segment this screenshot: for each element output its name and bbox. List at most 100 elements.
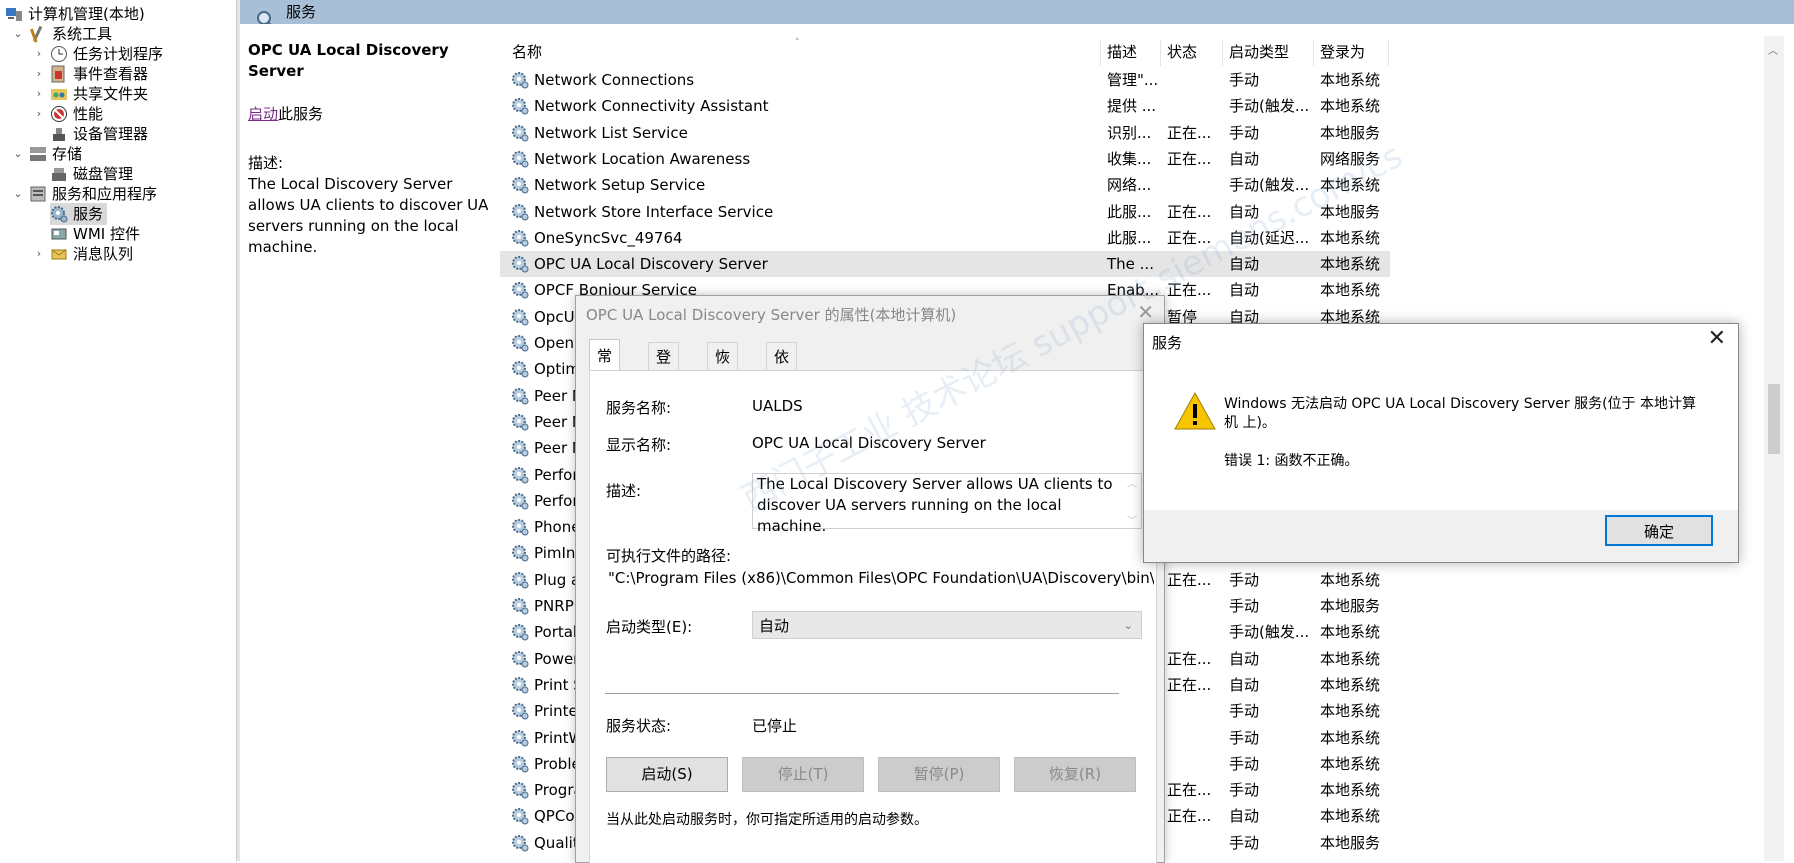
- service-name-cell: Plug a: [534, 570, 581, 589]
- service-status-cell: 正在...: [1167, 123, 1212, 142]
- column-divider[interactable]: [1222, 40, 1223, 66]
- display-name-value: OPC UA Local Discovery Server: [752, 434, 986, 452]
- tree-item-message-queue[interactable]: › 消息队列: [37, 243, 133, 265]
- tab-recovery[interactable]: 恢复: [707, 342, 739, 394]
- chevron-right-icon[interactable]: ›: [33, 43, 45, 65]
- column-divider[interactable]: [1388, 40, 1389, 66]
- pause-button[interactable]: 暂停(P): [878, 757, 1000, 792]
- service-startup-cell: 手动: [1229, 597, 1260, 615]
- service-logon-cell: 本地系统: [1320, 754, 1381, 773]
- column-header-name[interactable]: 名称: [512, 41, 542, 63]
- service-gear-icon: [511, 492, 529, 510]
- properties-dialog: OPC UA Local Discovery Server 的属性(本地计算机)…: [575, 295, 1165, 863]
- service-name-cell: Perfor: [534, 491, 579, 510]
- tree-item-disk-management[interactable]: 磁盘管理: [50, 163, 133, 185]
- error-code-text: 错误 1: 函数不正确。: [1224, 453, 1359, 469]
- service-startup-cell: 自动: [1229, 255, 1260, 274]
- column-header-status[interactable]: 状态: [1167, 41, 1197, 63]
- service-row[interactable]: Network List Service 识别... 正在... 手动 本地服务: [500, 120, 1390, 146]
- chevron-down-icon[interactable]: ⌄: [12, 143, 24, 165]
- service-row[interactable]: OPC UA Local Discovery Server The ... 自动 本地…: [500, 251, 1390, 278]
- message-queue-icon: [51, 249, 67, 260]
- service-logon-cell: 本地系统: [1320, 623, 1381, 642]
- tree-item-task-scheduler[interactable]: › 任务计划程序: [37, 43, 163, 65]
- column-header-startup[interactable]: 启动类型: [1229, 41, 1289, 63]
- tree-item-wmi[interactable]: WMI 控件: [50, 223, 140, 245]
- service-name-cell: Network Connectivity Assistant: [534, 97, 769, 116]
- chevron-down-icon[interactable]: ⌄: [12, 23, 24, 45]
- resume-button[interactable]: 恢复(R): [1014, 757, 1136, 792]
- service-name-cell: OneSyncSvc_49764: [534, 228, 683, 247]
- service-gear-icon: [511, 176, 529, 194]
- scroll-up-icon[interactable]: ︿: [1768, 42, 1778, 57]
- chevron-right-icon[interactable]: ›: [33, 103, 45, 125]
- service-row[interactable]: Network Connectivity Assistant 提供 ... 手动(触…: [500, 93, 1390, 119]
- tree-item-label: 共享文件夹: [73, 85, 149, 103]
- detail-title: OPC UA Local Discovery Server: [248, 41, 449, 80]
- column-header-logon[interactable]: 登录为: [1320, 41, 1365, 63]
- startup-type-label: 启动类型(E):: [606, 618, 693, 636]
- message-box-title: 服务: [1152, 334, 1183, 352]
- description-scrollbar[interactable]: ︿ ﹀: [1123, 474, 1141, 528]
- warning-icon: [1174, 392, 1216, 430]
- service-row[interactable]: Network Location Awareness 收集... 正在... 自动 网络…: [500, 146, 1390, 172]
- chevron-right-icon[interactable]: ›: [33, 243, 45, 265]
- service-name-cell: Network Connections: [534, 71, 695, 89]
- display-name-label: 显示名称:: [606, 436, 672, 454]
- tree-item-system-tools[interactable]: ⌄ 系统工具: [13, 23, 112, 45]
- column-divider[interactable]: [1100, 40, 1101, 66]
- service-row[interactable]: Network Store Interface Service 此服... 正在..…: [500, 199, 1390, 225]
- vertical-scrollbar[interactable]: ︿: [1764, 36, 1784, 861]
- column-divider[interactable]: [1160, 40, 1161, 66]
- chevron-down-icon[interactable]: ⌄: [12, 183, 24, 205]
- tab-dependencies[interactable]: 依存关系: [766, 342, 798, 450]
- clock-icon: [51, 46, 67, 62]
- tab-general[interactable]: 常规: [589, 339, 621, 397]
- tab-logon[interactable]: 登录: [648, 342, 680, 394]
- tree-root[interactable]: 计算机管理(本地): [5, 3, 145, 25]
- service-desc-cell: 管理"...: [1107, 71, 1159, 89]
- tree-item-label: 性能: [73, 105, 104, 123]
- startup-type-select[interactable]: 自动 ⌄: [752, 611, 1142, 639]
- service-gear-icon: [511, 124, 529, 142]
- service-desc-cell: 此服...: [1107, 228, 1152, 247]
- service-logon-cell: 本地服务: [1320, 597, 1381, 615]
- tree-item-device-manager[interactable]: 设备管理器: [50, 123, 148, 145]
- service-status-cell: 正在...: [1167, 649, 1212, 668]
- column-header-desc[interactable]: 描述: [1107, 41, 1137, 63]
- service-name-cell: Printe: [534, 702, 578, 721]
- service-name-cell: Network List Service: [534, 123, 688, 142]
- scrollbar-thumb[interactable]: [1768, 384, 1780, 454]
- description-textbox[interactable]: The Local Discovery Server allows UA cli…: [752, 473, 1142, 535]
- tree-item-performance[interactable]: › 性能: [37, 103, 104, 125]
- column-divider[interactable]: [1313, 40, 1314, 66]
- tree-item-services-and-apps[interactable]: ⌄ 服务和应用程序: [13, 183, 157, 205]
- service-desc-cell: 提供 ...: [1107, 97, 1157, 116]
- service-logon-cell: 本地系统: [1320, 702, 1381, 721]
- service-name-cell: PNRP: [534, 597, 574, 615]
- start-button[interactable]: 启动(S): [606, 757, 728, 792]
- close-icon[interactable]: ✕: [1137, 300, 1154, 324]
- ok-button[interactable]: 确定: [1605, 515, 1713, 546]
- start-service-link[interactable]: 启动: [248, 105, 278, 123]
- service-gear-icon: [511, 781, 529, 799]
- gear-icon: [51, 206, 68, 223]
- service-row[interactable]: OneSyncSvc_49764 此服... 正在... 自动(延迟... 本地系统: [500, 225, 1390, 251]
- tree-item-services[interactable]: 服务: [50, 203, 108, 225]
- chevron-right-icon[interactable]: ›: [33, 63, 45, 85]
- service-gear-icon: [511, 387, 529, 405]
- close-icon[interactable]: ✕: [1708, 326, 1726, 351]
- service-row[interactable]: Network Connections 管理"... 手动 本地系统: [500, 67, 1390, 93]
- chevron-right-icon[interactable]: ›: [33, 83, 45, 105]
- service-gear-icon: [511, 518, 529, 536]
- stop-button[interactable]: 停止(T): [742, 757, 864, 792]
- service-desc-cell: 网络...: [1107, 176, 1152, 195]
- service-status-cell: 正在...: [1167, 570, 1212, 589]
- service-gear-icon: [511, 97, 529, 115]
- executable-path-value[interactable]: "C:\Program Files (x86)\Common Files\OPC…: [608, 569, 1154, 587]
- detail-start-line: 启动此服务: [248, 104, 498, 125]
- tree-item-event-viewer[interactable]: › 事件查看器: [37, 63, 148, 85]
- service-row[interactable]: Network Setup Service 网络... 手动(触发... 本地系统: [500, 172, 1390, 198]
- tree-item-shared-folders[interactable]: › 共享文件夹: [37, 83, 149, 105]
- tree-item-storage[interactable]: ⌄ 存储: [13, 143, 82, 165]
